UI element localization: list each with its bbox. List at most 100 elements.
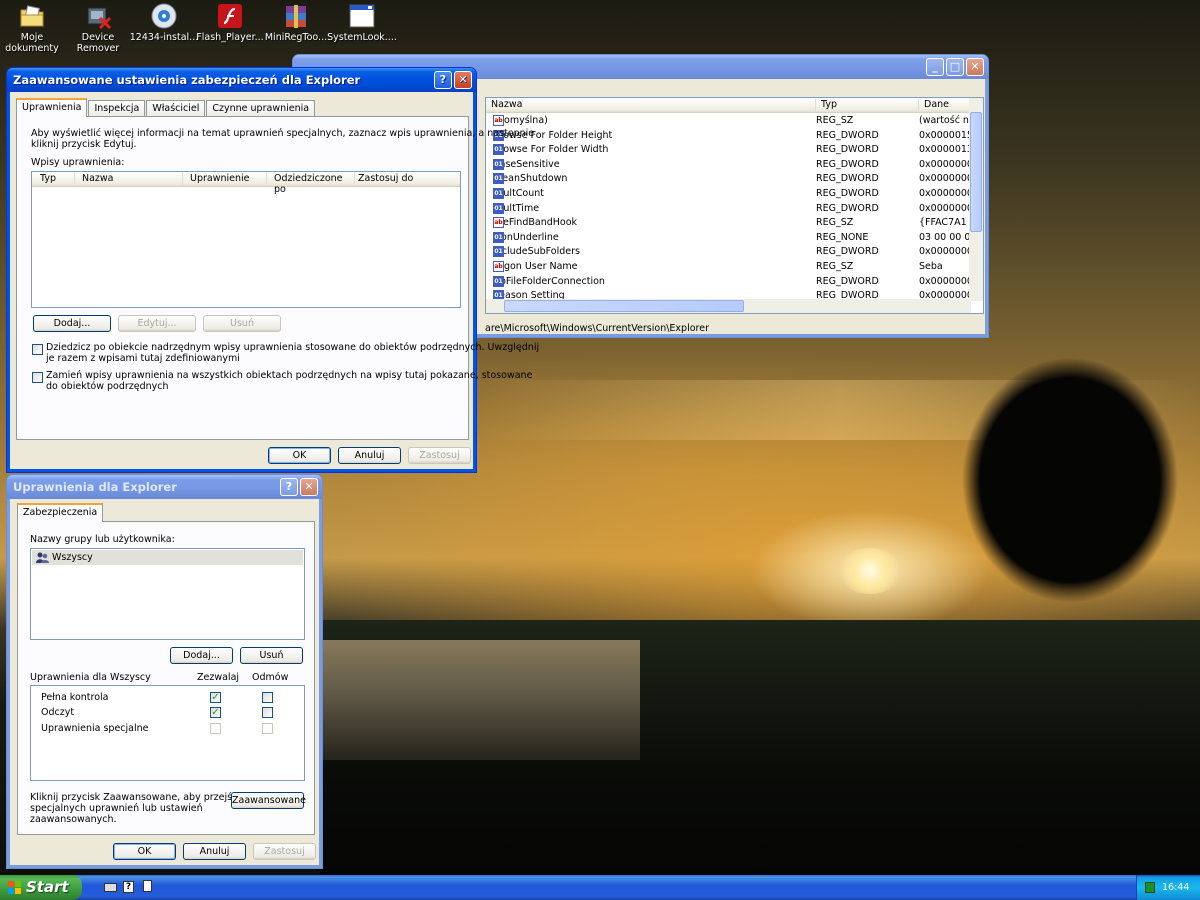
- deny-checkbox[interactable]: [262, 707, 273, 718]
- cancel-button[interactable]: Anuluj: [338, 447, 401, 464]
- vertical-scrollbar[interactable]: [969, 98, 983, 301]
- value-name: IncludeSubFolders: [493, 246, 580, 258]
- allow-checkbox[interactable]: ✓: [210, 707, 221, 718]
- tab-inspekcja[interactable]: Inspekcja: [88, 100, 146, 117]
- flash-icon: [216, 2, 244, 30]
- value-name: Browse For Folder Width: [493, 144, 609, 156]
- value-data: 0x0000000: [919, 202, 969, 214]
- help-icon[interactable]: ?: [123, 881, 134, 893]
- values-list[interactable]: Nazwa Typ Dane ab (Domyślna) REG_SZ (wartoś…: [485, 97, 984, 314]
- table-row[interactable]: 01 Browse For Folder Height REG_DWORD 0x000…: [493, 129, 969, 145]
- close-button[interactable]: ✕: [454, 71, 472, 89]
- apply-button[interactable]: Zastosuj: [253, 843, 316, 860]
- permissions-list[interactable]: Pełna kontrola ✓ Odczyt ✓ Uprawnienia sp…: [30, 685, 305, 781]
- desktop-icon-systemlook[interactable]: SystemLook....: [323, 2, 401, 43]
- edit-entry-button[interactable]: Edytuj...: [118, 315, 196, 332]
- horizontal-scrollbar[interactable]: [486, 299, 971, 313]
- allow-checkbox[interactable]: ✓: [210, 692, 221, 703]
- value-name: FileFindBandHook: [493, 217, 578, 229]
- entries-list-header: Typ Nazwa Uprawnienie Odziedziczone po Z…: [32, 172, 460, 195]
- permission-entries-list[interactable]: Typ Nazwa Uprawnienie Odziedziczone po Z…: [31, 171, 461, 308]
- clock[interactable]: 16:44: [1162, 882, 1189, 893]
- tab-czynne-uprawnienia[interactable]: Czynne uprawnienia: [206, 100, 316, 117]
- advanced-security-dialog[interactable]: Zaawansowane ustawienia zabezpieczeń dla…: [6, 67, 539, 473]
- value-data: 0x0000000: [919, 246, 969, 258]
- advanced-tabs: Uprawnienia Inspekcja Właściciel Czynne …: [16, 98, 316, 117]
- notepad-icon[interactable]: [143, 880, 152, 892]
- column-header-name[interactable]: Nazwa: [486, 99, 816, 112]
- ok-button[interactable]: OK: [113, 843, 176, 860]
- value-data: 0x0000013: [919, 144, 969, 156]
- table-row[interactable]: 01 CleanShutdown REG_DWORD 0x0000000: [493, 173, 969, 188]
- column-header-nazwa[interactable]: Nazwa: [77, 173, 183, 186]
- value-type: REG_SZ: [816, 115, 854, 126]
- inherit-label-line-2: je razem z wpisami tutaj zdefiniowanymi: [46, 353, 240, 364]
- permissions-dialog[interactable]: Uprawnienia dla Explorer ? ✕ Zabezpiecze…: [6, 474, 323, 869]
- start-button[interactable]: Start: [0, 875, 82, 900]
- table-row[interactable]: 01 Browse For Folder Width REG_DWORD 0x0000…: [493, 144, 969, 159]
- remove-entry-button[interactable]: Usuń: [203, 315, 281, 332]
- keyboard-icon[interactable]: [104, 883, 117, 892]
- column-header-uprawnienie[interactable]: Uprawnienie: [185, 173, 267, 186]
- value-type: REG_SZ: [816, 261, 854, 272]
- user-list[interactable]: Wszyscy: [30, 548, 305, 640]
- replace-checkbox[interactable]: [32, 372, 43, 383]
- vertical-scroll-thumb[interactable]: [970, 112, 982, 232]
- string-value-icon: ab: [493, 261, 504, 272]
- value-type: REG_DWORD: [816, 144, 879, 156]
- value-name: NoFileFolderConnection: [493, 275, 605, 287]
- value-type: REG_DWORD: [816, 129, 879, 141]
- table-row[interactable]: 01 CaseSensitive REG_DWORD 0x0000000: [493, 158, 969, 174]
- wallpaper-sun: [838, 548, 902, 594]
- help-button[interactable]: ?: [280, 478, 298, 496]
- table-row[interactable]: ab Logon User Name REG_SZ Seba: [493, 261, 969, 276]
- inherit-checkbox[interactable]: [32, 344, 43, 355]
- table-row[interactable]: 01 FaultCount REG_DWORD 0x0000000: [493, 188, 969, 203]
- add-entry-button[interactable]: Dodaj...: [33, 315, 111, 332]
- user-group-icon: [36, 552, 49, 563]
- column-header-zastosuj[interactable]: Zastosuj do: [353, 173, 453, 186]
- info-text-line-1: Aby wyświetlić więcej informacji na tema…: [31, 128, 535, 139]
- advanced-titlebar[interactable]: Zaawansowane ustawienia zabezpieczeń dla…: [7, 68, 476, 92]
- entries-label: Wpisy uprawnienia:: [31, 157, 125, 168]
- binary-value-icon: 01: [493, 275, 504, 287]
- binary-value-icon: 01: [493, 173, 504, 185]
- maximize-button[interactable]: □: [946, 58, 964, 76]
- permissions-titlebar[interactable]: Uprawnienia dla Explorer ? ✕: [7, 475, 322, 499]
- remove-user-button[interactable]: Usuń: [240, 647, 303, 664]
- column-header-typ[interactable]: Typ: [35, 173, 75, 186]
- binary-value-icon: 01: [493, 246, 504, 258]
- ok-button[interactable]: OK: [268, 447, 331, 464]
- add-user-button[interactable]: Dodaj...: [170, 647, 233, 664]
- value-data: 0x0000000: [919, 158, 969, 170]
- deny-checkbox[interactable]: [262, 692, 273, 703]
- column-header-odziedziczone[interactable]: Odziedziczone po: [269, 173, 355, 195]
- value-type: REG_SZ: [816, 217, 854, 229]
- permission-name: Odczyt: [41, 707, 75, 718]
- device-remover-icon: [84, 2, 112, 30]
- tab-wlasciciel[interactable]: Właściciel: [146, 100, 206, 117]
- minimize-button[interactable]: _: [926, 58, 944, 76]
- table-row[interactable]: ab FileFindBandHook REG_SZ {FFAC7A1: [493, 217, 969, 232]
- network-icon[interactable]: [1145, 882, 1155, 893]
- cancel-button[interactable]: Anuluj: [183, 843, 246, 860]
- table-row[interactable]: 01 IconUnderline REG_NONE 03 00 00 0: [493, 231, 969, 247]
- close-button[interactable]: ✕: [300, 478, 318, 496]
- table-row[interactable]: ab (Domyślna) REG_SZ (wartość n: [493, 115, 969, 130]
- tab-zabezpieczenia[interactable]: Zabezpieczenia: [17, 503, 104, 522]
- installer-icon: [150, 2, 178, 30]
- table-row[interactable]: 01 NoFileFolderConnection REG_DWORD 0x00000…: [493, 275, 969, 291]
- binary-value-icon: 01: [493, 188, 504, 199]
- tab-uprawnienia[interactable]: Uprawnienia: [16, 98, 88, 117]
- advanced-button[interactable]: Zaawansowane: [231, 792, 306, 809]
- table-row[interactable]: 01 IncludeSubFolders REG_DWORD 0x0000000: [493, 246, 969, 261]
- close-button[interactable]: ✕: [966, 58, 984, 76]
- list-item[interactable]: Wszyscy: [32, 550, 303, 565]
- apply-button[interactable]: Zastosuj: [408, 447, 471, 464]
- help-button[interactable]: ?: [434, 71, 452, 89]
- column-header-type[interactable]: Typ: [816, 99, 919, 112]
- taskbar: Start ? 16:44: [0, 875, 1200, 900]
- horizontal-scroll-thumb[interactable]: [504, 300, 744, 312]
- table-row[interactable]: 01 FaultTime REG_DWORD 0x0000000: [493, 202, 969, 218]
- string-value-icon: ab: [493, 115, 504, 126]
